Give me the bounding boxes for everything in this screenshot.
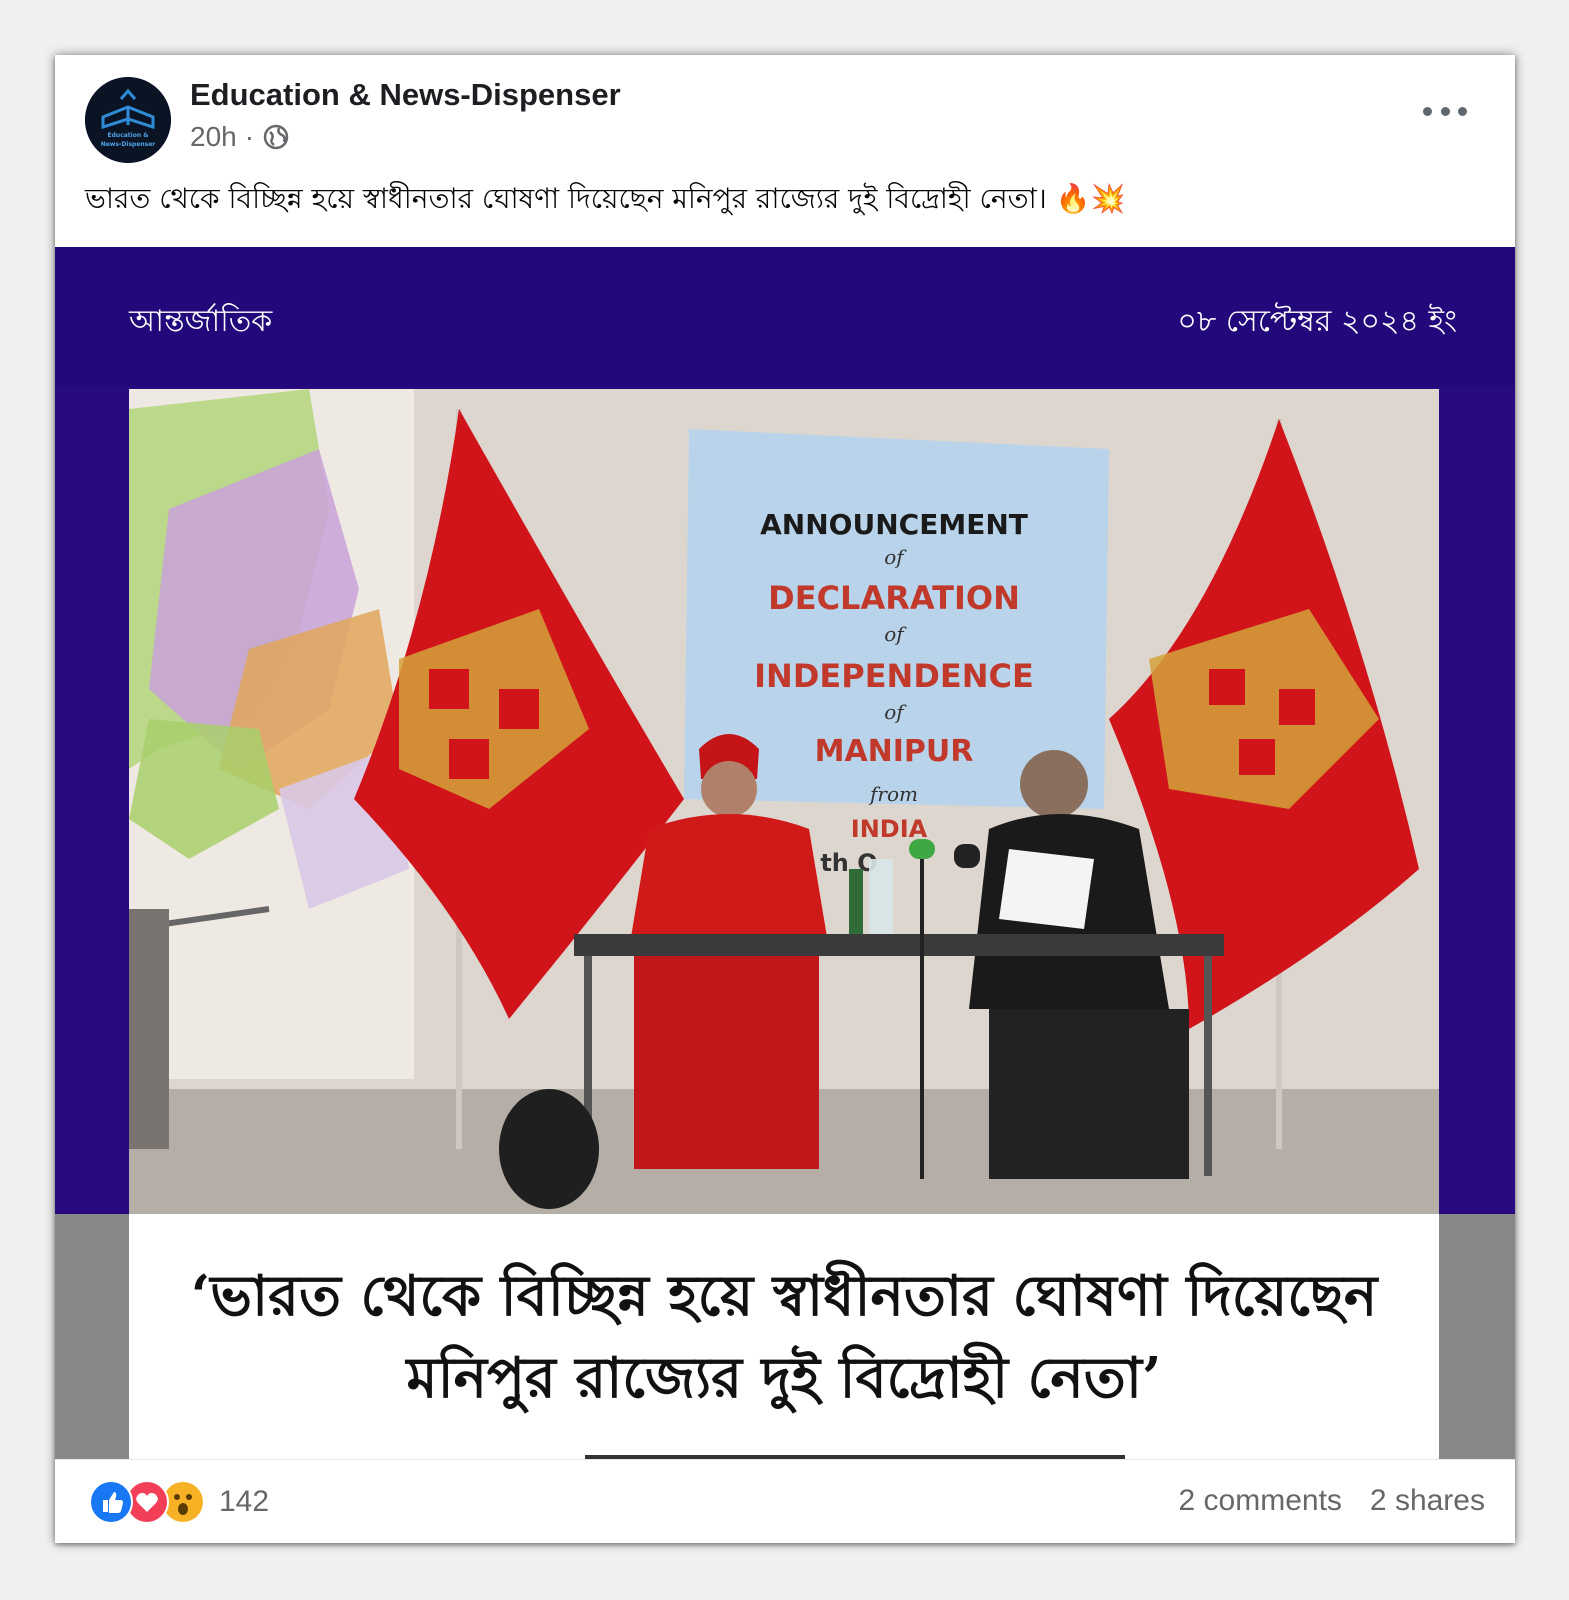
dot-icon (1423, 106, 1432, 116)
post-time[interactable]: 20h (190, 121, 237, 153)
caption-text: ভারত থেকে বিচ্ছিন্ন হয়ে স্বাধীনতার ঘোষণ… (85, 182, 1047, 215)
banner-line-manipur: MANIPUR (815, 734, 974, 769)
category-label: আন্তর্জাতিক (129, 304, 273, 339)
post-image[interactable]: আন্তর্জাতিক ০৮ সেপ্টেম্বর ২০২৪ ইং ANNOUN… (55, 247, 1515, 1459)
headline-box: ‘ভারত থেকে বিচ্ছিন্ন হয়ে স্বাধীনতার ঘোষ… (129, 1214, 1439, 1459)
banner-line-announcement: ANNOUNCEMENT (760, 508, 1028, 541)
meta-separator: · (244, 121, 255, 152)
reactions-count: 142 (219, 1485, 270, 1518)
post-footer: 142 2 comments 2 shares (55, 1459, 1515, 1543)
date-label: ০৮ সেপ্টেম্বর ২০২৪ ইং (1177, 304, 1457, 339)
banner-line-from: from (868, 782, 918, 806)
dot-icon (1458, 106, 1467, 116)
photo-scene: ANNOUNCEMENT of DECLARATION of INDEPENDE… (129, 389, 1439, 1214)
dot-icon (1440, 106, 1450, 116)
avatar-text-2: News-Dispenser (101, 141, 156, 148)
avatar-text-1: Education & (108, 132, 149, 139)
post-meta: 20h · (190, 121, 290, 153)
post-caption: ভারত থেকে বিচ্ছিন্ন হয়ে স্বাধীনতার ঘোষণ… (85, 177, 1495, 224)
more-options-button[interactable] (1423, 99, 1467, 123)
headline-line-1: ‘ভারত থেকে বিচ্ছিন্ন হয়ে স্বাধীনতার ঘোষ… (190, 1262, 1378, 1329)
headline-text: ‘ভারত থেকে বিচ্ছিন্ন হয়ে স্বাধীনতার ঘোষ… (164, 1255, 1404, 1419)
post-card: Education & News-Dispenser Education & N… (55, 55, 1515, 1543)
page-name-link[interactable]: Education & News-Dispenser (190, 77, 621, 113)
banner-line-declaration: DECLARATION (768, 579, 1020, 617)
banner-line-india: INDIA (851, 815, 928, 843)
like-icon (89, 1480, 133, 1524)
globe-icon[interactable] (262, 123, 290, 151)
bag (499, 1089, 599, 1209)
page-avatar[interactable]: Education & News-Dispenser (85, 77, 171, 163)
book-logo-icon: Education & News-Dispenser (85, 77, 171, 163)
reactions-summary[interactable]: 142 (89, 1480, 269, 1524)
caption-emojis: 🔥💥 (1055, 182, 1126, 215)
banner-line-independence: INDEPENDENCE (754, 657, 1034, 695)
press-conference-photo: ANNOUNCEMENT of DECLARATION of INDEPENDE… (129, 389, 1439, 1214)
comments-link[interactable]: 2 comments (1179, 1484, 1342, 1518)
headline-line-2: মনিপুর রাজ্যের দুই বিদ্রোহী নেতা’ (406, 1344, 1162, 1411)
engagement-counts: 2 comments 2 shares (1179, 1484, 1485, 1518)
shares-link[interactable]: 2 shares (1370, 1484, 1485, 1518)
